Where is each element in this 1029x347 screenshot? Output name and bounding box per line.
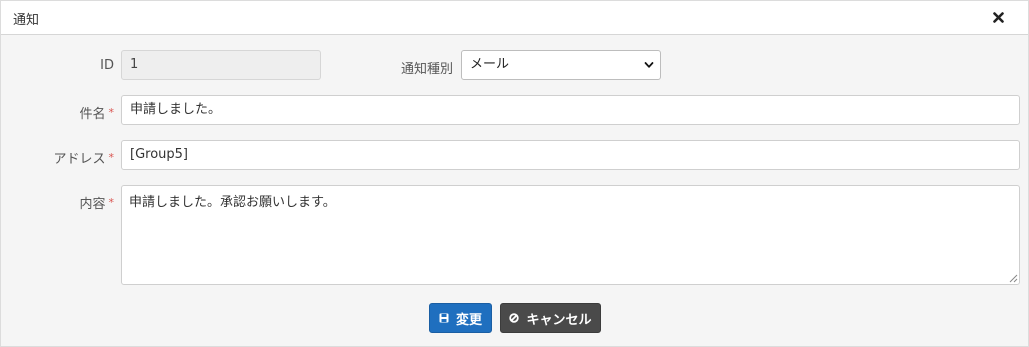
cancel-button[interactable]: キャンセル <box>500 303 601 333</box>
content-textarea[interactable]: 申請しました。承認お願いします。 <box>121 185 1020 285</box>
close-button[interactable] <box>988 7 1008 27</box>
required-mark: * <box>108 106 115 119</box>
save-button[interactable]: 変更 <box>429 303 492 333</box>
close-icon <box>992 11 1004 23</box>
notification-type-select[interactable]: メール <box>461 50 661 80</box>
dialog-header: 通知 <box>1 1 1028 35</box>
subject-value: 申請しました。 <box>130 102 222 117</box>
address-input[interactable]: [Group5] <box>121 140 1020 170</box>
cancel-label: キャンセル <box>526 312 592 328</box>
resize-grip-icon[interactable] <box>1009 274 1018 283</box>
notification-dialog: 通知 ID 1 通知種別 メール 件名 * 申請しました。 アドレス * [Grou… <box>0 0 1029 347</box>
id-label: ID <box>100 58 114 73</box>
id-field: 1 <box>121 50 321 80</box>
notification-type-label: 通知種別 <box>400 62 453 77</box>
address-label-text: アドレス <box>53 152 106 167</box>
notification-type-selected: メール <box>470 57 510 72</box>
ban-icon <box>509 313 520 323</box>
address-label: アドレス * <box>21 148 114 167</box>
content-label: 内容 * <box>41 193 114 212</box>
content-label-text: 内容 <box>79 197 106 212</box>
save-label: 変更 <box>455 312 482 328</box>
subject-input[interactable]: 申請しました。 <box>121 95 1020 125</box>
subject-label-text: 件名 <box>79 107 106 122</box>
subject-label: 件名 * <box>41 103 114 122</box>
required-mark: * <box>108 196 115 209</box>
address-value: [Group5] <box>130 147 188 162</box>
dialog-title: 通知 <box>13 13 40 28</box>
content-value: 申請しました。承認お願いします。 <box>129 195 336 210</box>
floppy-disk-icon <box>439 313 449 323</box>
required-mark: * <box>108 151 115 164</box>
id-value: 1 <box>130 57 139 72</box>
chevron-down-icon <box>644 62 654 68</box>
